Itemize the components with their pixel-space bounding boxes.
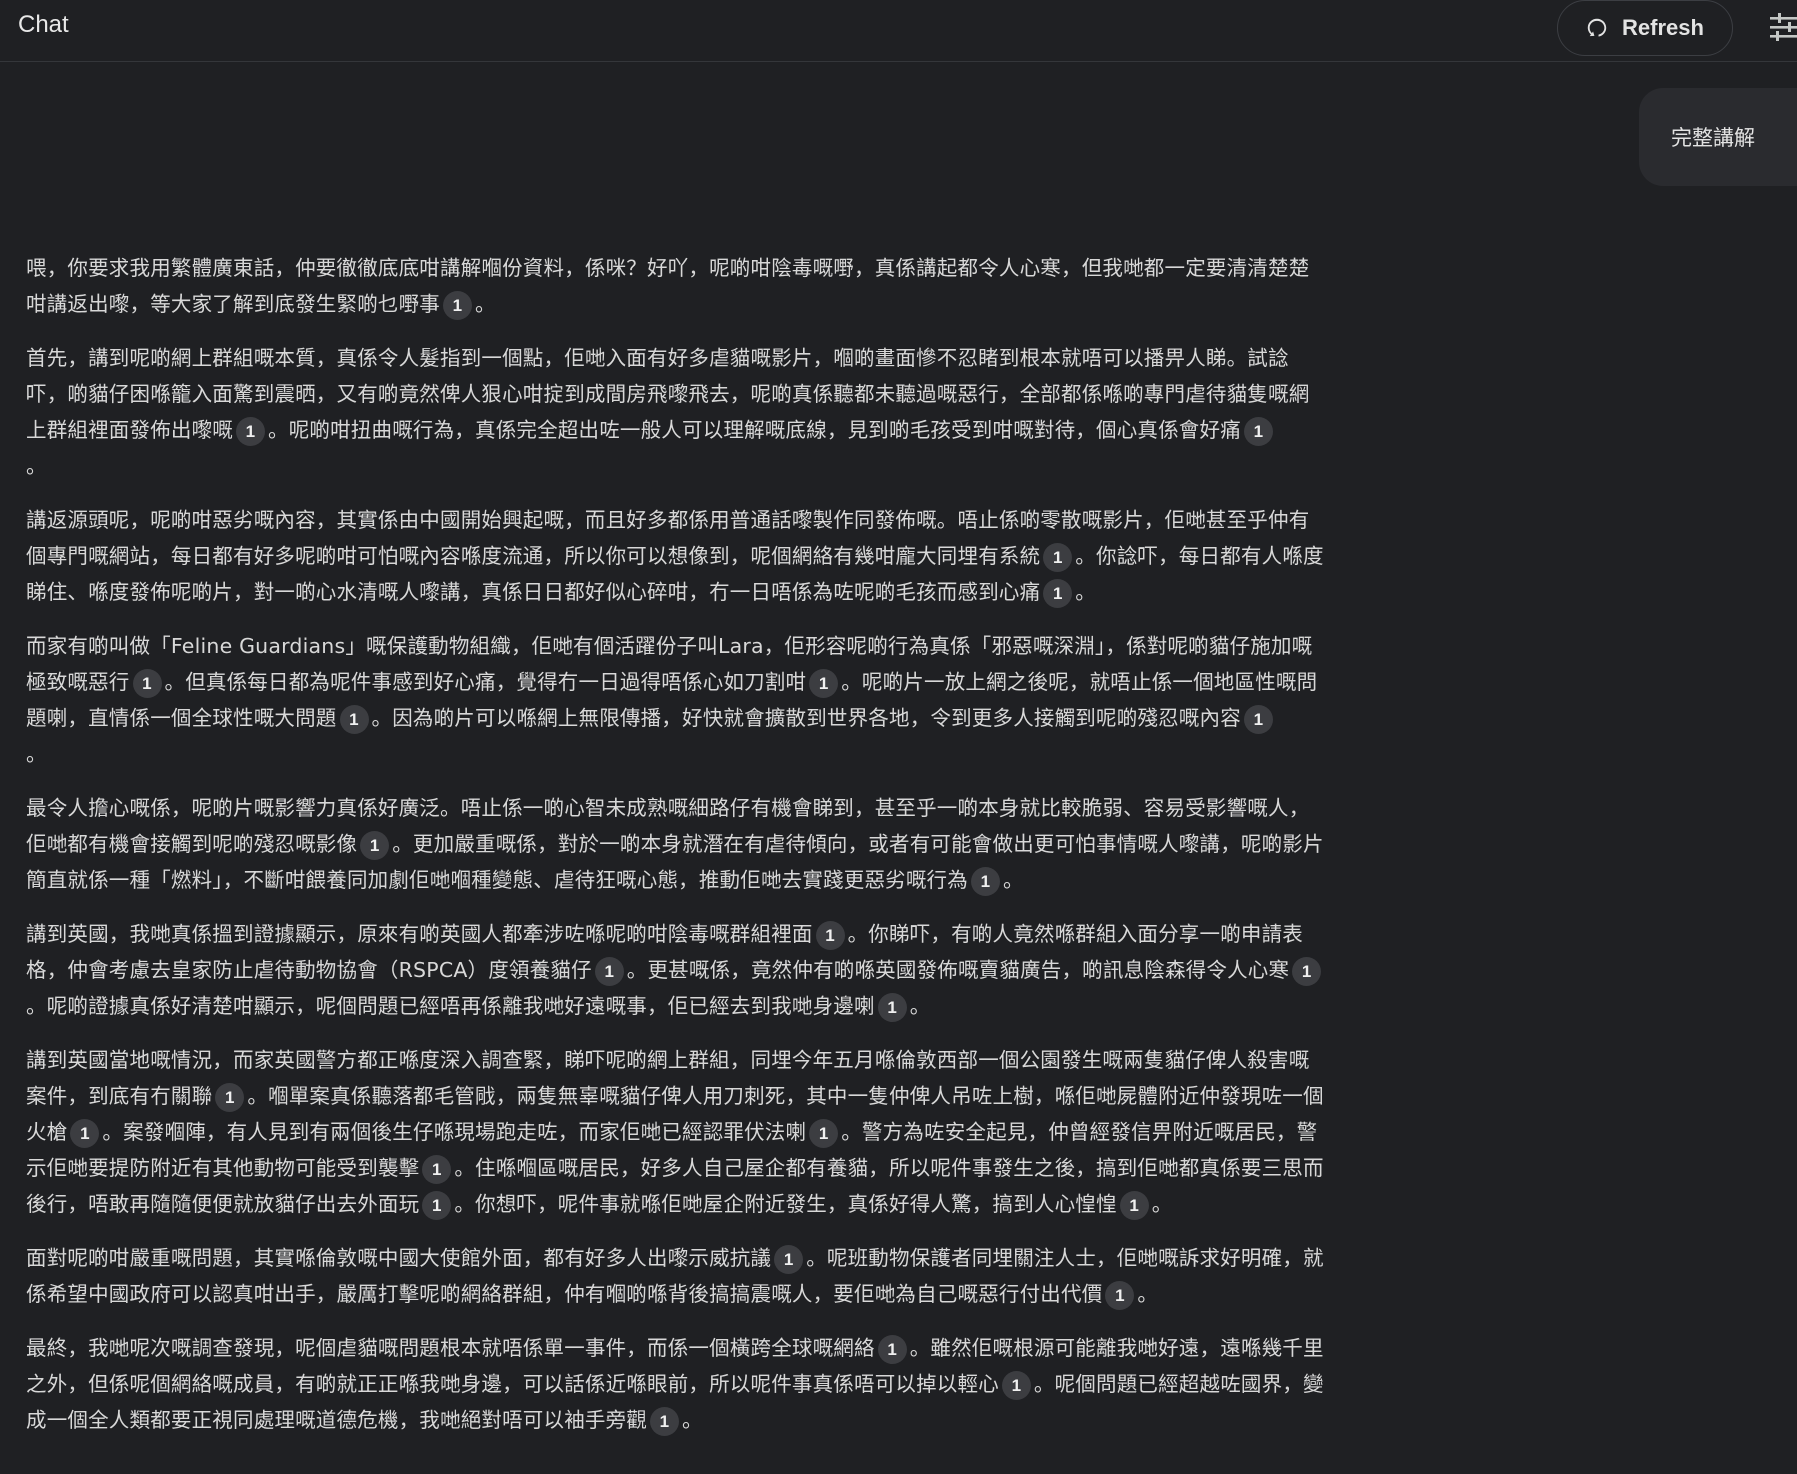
- response-paragraph: 首先，講到呢啲網上群組嘅本質，真係令人髮指到一個點，佢哋入面有好多虐貓嘅影片，嗰…: [26, 340, 1326, 484]
- page-title: Chat: [18, 11, 69, 38]
- paragraph-text: 。: [1075, 580, 1096, 604]
- paragraph-text: 面對呢啲咁嚴重嘅問題，其實喺倫敦嘅中國大使館外面，都有好多人出嚟示威抗議: [26, 1246, 772, 1270]
- response-paragraph: 而家有啲叫做「Feline Guardians」嘅保護動物組織，佢哋有個活躍份子…: [26, 628, 1326, 772]
- citation-chip[interactable]: 1: [877, 992, 907, 1022]
- paragraph-text: 。: [909, 994, 931, 1018]
- paragraph-text: 。: [1151, 1192, 1173, 1216]
- paragraph-text: 。但真係每日都為呢件事感到好心痛，覺得冇一日過得唔係心如刀割咁: [164, 670, 807, 694]
- paragraph-text: 。: [26, 454, 47, 478]
- paragraph-text: 。: [682, 1408, 703, 1432]
- response-paragraph: 講返源頭呢，呢啲咁惡劣嘅內容，其實係由中國開始興起嘅，而且好多都係用普通話嚟製作…: [26, 502, 1326, 610]
- citation-chip[interactable]: 1: [422, 1190, 452, 1220]
- citation-chip[interactable]: 1: [339, 704, 369, 734]
- citation-chip[interactable]: 1: [236, 416, 265, 446]
- paragraph-text: 講到英國，我哋真係搵到證據顯示，原來有啲英國人都牽涉咗喺呢啲咁陰毒嘅群組裡面: [26, 922, 813, 946]
- paragraph-text: 最終，我哋呢次嘅調查發現，呢個虐貓嘅問題根本就唔係單一事件，而係一個橫跨全球嘅網…: [26, 1336, 875, 1360]
- assistant-response: 喂，你要求我用繁體廣東話，仲要徹徹底底咁講解嗰份資料，係咪？好吖，呢啲咁陰毒嘅嘢…: [26, 250, 1326, 1456]
- citation-chip[interactable]: 1: [1119, 1190, 1149, 1220]
- user-message-text: 完整講解: [1671, 126, 1755, 150]
- citation-chip[interactable]: 1: [1243, 416, 1273, 446]
- chat-app: Chat Refresh 完整講解 喂，你要求我用繁體廣東話，仲要徹徹底底咁講解…: [0, 0, 1797, 1474]
- citation-chip[interactable]: 1: [1043, 578, 1073, 608]
- citation-chip[interactable]: 1: [1105, 1280, 1135, 1310]
- top-bar: Chat Refresh: [0, 0, 1797, 62]
- paragraph-text: 。你想吓，呢件事就喺佢哋屋企附近發生，真係好得人驚，搞到人心惶惶: [454, 1192, 1117, 1216]
- refresh-label: Refresh: [1622, 15, 1704, 40]
- citation-chip[interactable]: 1: [650, 1406, 679, 1436]
- citation-chip[interactable]: 1: [360, 830, 390, 860]
- citation-chip[interactable]: 1: [1043, 542, 1073, 572]
- citation-chip[interactable]: 1: [1001, 1370, 1031, 1400]
- response-paragraph: 最終，我哋呢次嘅調查發現，呢個虐貓嘅問題根本就唔係單一事件，而係一個橫跨全球嘅網…: [26, 1330, 1326, 1438]
- citation-chip[interactable]: 1: [132, 668, 162, 698]
- citation-chip[interactable]: 1: [422, 1154, 452, 1184]
- paragraph-text: 喂，你要求我用繁體廣東話，仲要徹徹底底咁講解嗰份資料，係咪？好吖，呢啲咁陰毒嘅嘢…: [26, 256, 1310, 316]
- refresh-button[interactable]: Refresh: [1557, 0, 1733, 56]
- refresh-icon: [1587, 18, 1607, 37]
- tune-icon[interactable]: [1770, 12, 1797, 42]
- paragraph-text: 。更甚嘅係，竟然仲有啲喺英國發佈嘅賣貓廣告，啲訊息陰森得令人心寒: [626, 958, 1290, 982]
- paragraph-text: 。: [475, 292, 496, 316]
- citation-chip[interactable]: 1: [443, 290, 472, 320]
- paragraph-text: 。: [26, 742, 47, 766]
- paragraph-text: 。案發嗰陣，有人見到有兩個後生仔喺現場跑走咗，而家佢哋已經認罪伏法喇: [102, 1120, 807, 1144]
- response-paragraph: 講到英國，我哋真係搵到證據顯示，原來有啲英國人都牽涉咗喺呢啲咁陰毒嘅群組裡面 1。…: [26, 916, 1326, 1024]
- response-paragraph: 講到英國當地嘅情況，而家英國警方都正喺度深入調查緊，睇吓呢啲網上群組，同埋今年五…: [26, 1042, 1326, 1222]
- citation-chip[interactable]: 1: [877, 1334, 907, 1364]
- response-paragraph: 最令人擔心嘅係，呢啲片嘅影響力真係好廣泛。唔止係一啲心智未成熟嘅細路仔有機會睇到…: [26, 790, 1326, 898]
- citation-chip[interactable]: 1: [1292, 956, 1322, 986]
- citation-chip[interactable]: 1: [215, 1082, 245, 1112]
- citation-chip[interactable]: 1: [70, 1118, 100, 1148]
- paragraph-text: 。因為啲片可以喺網上無限傳播，好快就會擴散到世界各地，令到更多人接觸到呢啲殘忍嘅…: [371, 706, 1241, 730]
- citation-chip[interactable]: 1: [594, 956, 624, 986]
- citation-chip[interactable]: 1: [1243, 704, 1273, 734]
- paragraph-text: 。呢啲咁扭曲嘅行為，真係完全超出咗一般人可以理解嘅底線，見到啲毛孩受到咁嘅對待，…: [268, 418, 1241, 442]
- citation-chip[interactable]: 1: [815, 920, 845, 950]
- paragraph-text: 。呢啲證據真係好清楚咁顯示，呢個問題已經唔再係離我哋好遠嘅事，佢已經去到我哋身邊…: [26, 994, 875, 1018]
- citation-chip[interactable]: 1: [809, 668, 839, 698]
- paragraph-text: 。: [1002, 868, 1024, 892]
- paragraph-text: 。: [1137, 1282, 1159, 1306]
- citation-chip[interactable]: 1: [774, 1244, 804, 1274]
- user-message-bubble: 完整講解: [1639, 88, 1797, 186]
- response-paragraph: 喂，你要求我用繁體廣東話，仲要徹徹底底咁講解嗰份資料，係咪？好吖，呢啲咁陰毒嘅嘢…: [26, 250, 1326, 322]
- citation-chip[interactable]: 1: [970, 866, 1000, 896]
- citation-chip[interactable]: 1: [809, 1118, 839, 1148]
- response-paragraph: 面對呢啲咁嚴重嘅問題，其實喺倫敦嘅中國大使館外面，都有好多人出嚟示威抗議 1 。呢班…: [26, 1240, 1326, 1312]
